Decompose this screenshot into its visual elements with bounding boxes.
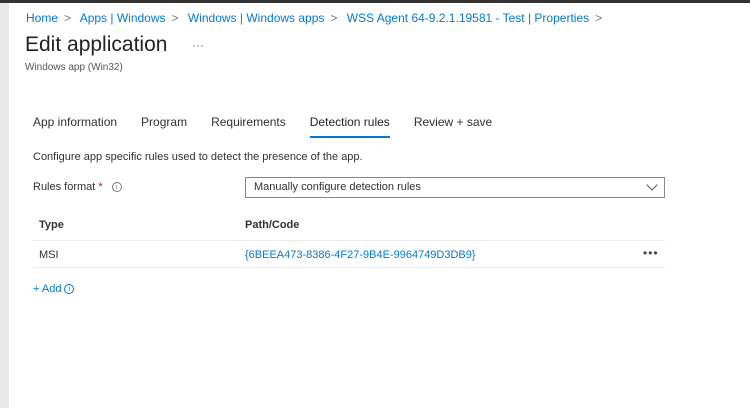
section-description: Configure app specific rules used to det… <box>33 151 363 163</box>
info-icon[interactable]: i <box>111 182 122 193</box>
divider <box>33 267 665 268</box>
column-header-type: Type <box>39 219 64 231</box>
page-title: Edit application <box>25 33 168 56</box>
required-marker: * <box>98 181 103 193</box>
chevron-right-icon: > <box>595 11 603 25</box>
more-options-button[interactable]: ··· <box>192 38 204 52</box>
divider <box>33 240 665 241</box>
tab-program[interactable]: Program <box>141 115 187 138</box>
tab-review-save[interactable]: Review + save <box>414 115 492 138</box>
add-label: + Add <box>33 283 62 295</box>
cell-path-code-link[interactable]: {6BEEA473-8386-4F27-9B4E-9964749D3DB9} <box>245 249 476 261</box>
tab-app-information[interactable]: App information <box>33 115 117 138</box>
info-icon[interactable]: i <box>64 284 75 295</box>
tab-detection-rules[interactable]: Detection rules <box>309 115 390 138</box>
rules-format-dropdown[interactable]: Manually configure detection rules <box>245 177 665 198</box>
column-header-path-code: Path/Code <box>245 219 300 231</box>
rules-format-label: Rules format * i <box>33 181 122 193</box>
cell-type: MSI <box>39 249 59 261</box>
add-rule-button[interactable]: + Add i <box>33 283 75 295</box>
chevron-down-icon <box>646 179 658 191</box>
chevron-right-icon: > <box>64 11 72 25</box>
top-border <box>0 0 750 3</box>
left-nav-strip <box>0 3 9 408</box>
tab-requirements[interactable]: Requirements <box>211 115 286 138</box>
breadcrumb-apps-windows[interactable]: Apps | Windows <box>80 11 166 25</box>
page-subtitle: Windows app (Win32) <box>25 62 123 73</box>
breadcrumb-home[interactable]: Home <box>26 11 58 25</box>
breadcrumb-windows-apps[interactable]: Windows | Windows apps <box>188 11 325 25</box>
rules-format-value: Manually configure detection rules <box>254 181 421 193</box>
chevron-right-icon: > <box>171 11 179 25</box>
rules-format-text: Rules format <box>33 181 96 193</box>
breadcrumb: Home > Apps | Windows > Windows | Windows … <box>26 11 608 25</box>
tab-bar: App information Program Requirements Det… <box>33 115 516 138</box>
chevron-right-icon: > <box>330 11 338 25</box>
breadcrumb-app-properties[interactable]: WSS Agent 64-9.2.1.19581 - Test | Proper… <box>347 11 589 25</box>
row-more-icon[interactable]: ••• <box>643 246 659 260</box>
